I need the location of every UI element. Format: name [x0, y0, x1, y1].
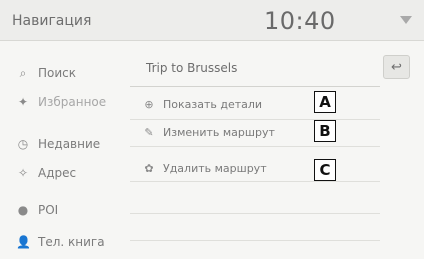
- pencil-icon: ✎: [144, 125, 154, 139]
- callout-a: A: [314, 91, 336, 113]
- header-bar: Навигация 10:40: [0, 0, 424, 41]
- menu-item-show-details[interactable]: ⊕ Показать детали: [142, 92, 262, 116]
- sidebar-item-poi[interactable]: ● POI: [16, 198, 58, 222]
- row-divider: [130, 181, 380, 182]
- signal-triangle-icon: [400, 16, 412, 24]
- info-icon: ⊕: [144, 97, 154, 111]
- clock-icon: ◷: [17, 137, 29, 151]
- screen-title: Навигация: [12, 13, 92, 29]
- star-icon: ✦: [17, 95, 29, 109]
- search-icon: ⌕: [19, 65, 27, 80]
- sidebar-item-label: Адрес: [38, 166, 77, 180]
- title-divider: [130, 86, 380, 87]
- sidebar-item-recent[interactable]: ◷ Недавние: [16, 132, 100, 156]
- row-divider: [130, 213, 380, 214]
- navigation-screen: Навигация 10:40 ⌕ Поиск ✦ Избранное ◷ Не…: [0, 0, 424, 259]
- sidebar-item-label: POI: [38, 203, 59, 217]
- person-icon: 👤: [16, 235, 31, 249]
- address-icon: ✧: [17, 166, 29, 180]
- menu-item-label: Показать детали: [163, 97, 263, 111]
- row-divider: [130, 146, 380, 147]
- sidebar: ⌕ Поиск ✦ Избранное ◷ Недавние ✧ Адрес ●…: [0, 40, 128, 259]
- menu-item-edit-route[interactable]: ✎ Изменить маршрут: [142, 120, 275, 144]
- menu-item-delete-route[interactable]: ✿ Удалить маршрут: [142, 156, 267, 180]
- back-arrow-icon: ↩: [391, 59, 402, 75]
- sidebar-item-label: Избранное: [38, 95, 107, 109]
- back-button[interactable]: ↩: [383, 55, 410, 79]
- sidebar-item-favorites[interactable]: ✦ Избранное: [16, 90, 106, 114]
- sidebar-item-label: Тел. книга: [38, 235, 105, 249]
- menu-item-label: Изменить маршрут: [163, 125, 275, 139]
- sidebar-item-search[interactable]: ⌕ Поиск: [16, 61, 76, 85]
- trash-icon: ✿: [144, 161, 154, 175]
- callout-c: C: [314, 159, 336, 181]
- clock: 10:40: [264, 7, 336, 35]
- sidebar-item-address[interactable]: ✧ Адрес: [16, 161, 76, 185]
- route-title: Trip to Brussels: [146, 61, 238, 75]
- row-divider: [130, 240, 380, 241]
- callout-b: B: [314, 120, 336, 142]
- pin-icon: ●: [17, 203, 29, 217]
- sidebar-item-label: Поиск: [38, 66, 77, 80]
- sidebar-item-phonebook[interactable]: 👤 Тел. книга: [16, 230, 105, 254]
- menu-item-label: Удалить маршрут: [163, 161, 267, 175]
- sidebar-item-label: Недавние: [38, 137, 101, 151]
